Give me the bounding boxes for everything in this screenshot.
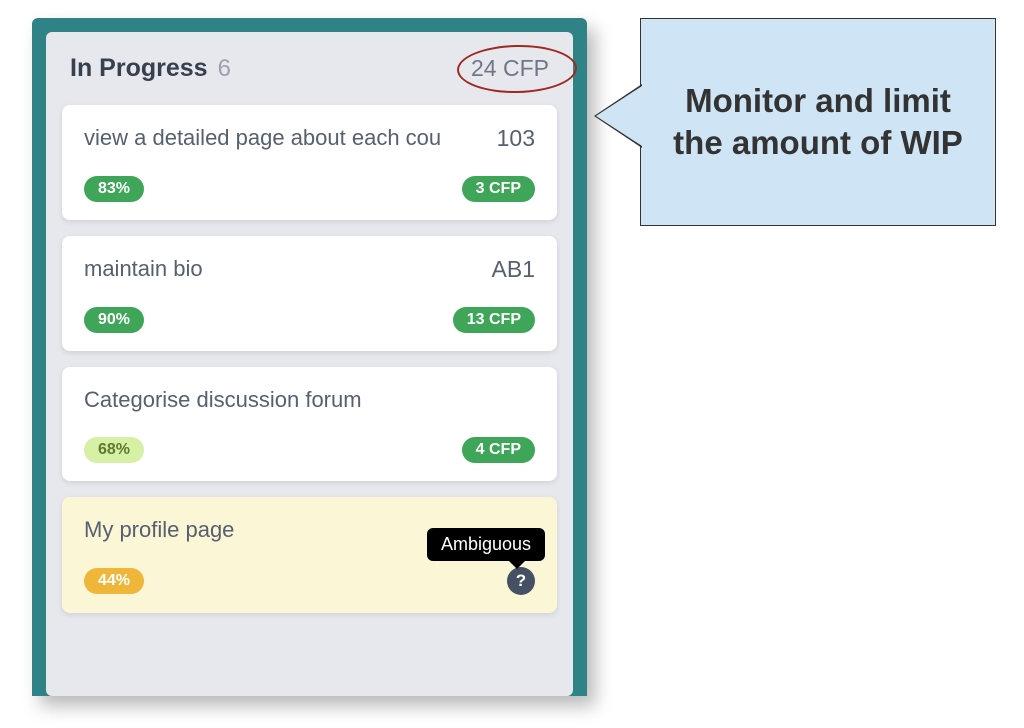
column-in-progress: In Progress 6 24 CFP view a detailed pag…	[46, 32, 573, 696]
card-header-row: view a detailed page about each cou 103	[84, 125, 535, 152]
kanban-panel: In Progress 6 24 CFP view a detailed pag…	[32, 18, 587, 696]
card-id: 103	[497, 125, 535, 152]
annotation-callout-text: Monitor and limit the amount of WIP	[659, 80, 977, 164]
progress-pill: 90%	[84, 307, 144, 333]
card-footer-row: 90% 13 CFP	[84, 307, 535, 333]
card-title: Categorise discussion forum	[84, 387, 362, 413]
card-footer-row: 83% 3 CFP	[84, 176, 535, 202]
callout-arrow	[596, 86, 642, 146]
help-icon-glyph: ?	[516, 571, 526, 591]
card-header-row: maintain bio AB1	[84, 256, 535, 283]
column-title-wrap: In Progress 6	[70, 54, 231, 83]
cfp-pill: 13 CFP	[453, 307, 535, 333]
column-title: In Progress	[70, 54, 208, 83]
help-icon[interactable]: ? Ambiguous	[507, 567, 535, 595]
card[interactable]: Categorise discussion forum 68% 4 CFP	[62, 367, 557, 481]
card[interactable]: My profile page 44% ? Ambiguous	[62, 497, 557, 613]
cfp-pill: 4 CFP	[462, 437, 535, 463]
column-count: 6	[218, 55, 231, 83]
progress-pill: 68%	[84, 437, 144, 463]
card-id: AB1	[492, 256, 535, 283]
card[interactable]: view a detailed page about each cou 103 …	[62, 105, 557, 220]
progress-pill: 44%	[84, 568, 144, 594]
card-title: My profile page	[84, 517, 234, 543]
tooltip-ambiguous: Ambiguous	[427, 528, 545, 561]
column-total-cfp-text: 24 CFP	[471, 55, 549, 81]
card-title: maintain bio	[84, 256, 203, 282]
card-footer-row: 68% 4 CFP	[84, 437, 535, 463]
column-total-cfp: 24 CFP	[471, 55, 549, 82]
card-title: view a detailed page about each cou	[84, 125, 441, 151]
annotation-callout: Monitor and limit the amount of WIP	[640, 18, 996, 226]
card-footer-row: 44% ? Ambiguous	[84, 567, 535, 595]
cfp-pill: 3 CFP	[462, 176, 535, 202]
card-header-row: Categorise discussion forum	[84, 387, 535, 413]
column-header: In Progress 6 24 CFP	[62, 54, 557, 105]
card[interactable]: maintain bio AB1 90% 13 CFP	[62, 236, 557, 351]
progress-pill: 83%	[84, 176, 144, 202]
